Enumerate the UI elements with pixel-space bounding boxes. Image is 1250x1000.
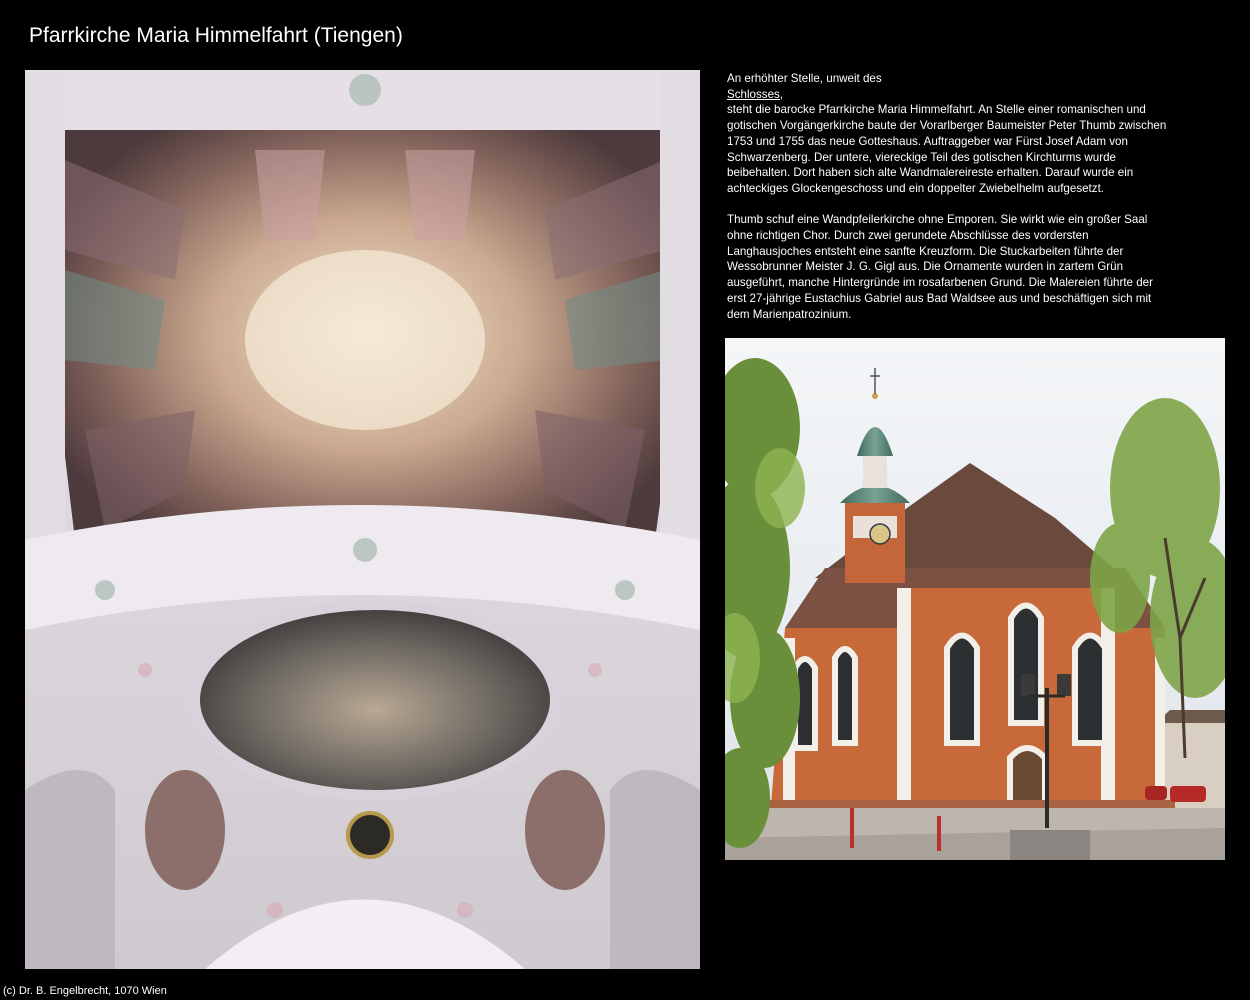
page: Pfarrkirche Maria Himmelfahrt (Tiengen) bbox=[0, 0, 1250, 1000]
p2-line: ausgeführt, manche Hintergründe im rosaf… bbox=[727, 276, 1153, 290]
description-text: An erhöhter Stelle, unweit des Schlosses… bbox=[727, 71, 1197, 322]
ceiling-fresco-photo bbox=[25, 70, 700, 969]
church-exterior-photo bbox=[725, 338, 1225, 860]
second-paragraph: Thumb schuf eine Wandpfeilerkirche ohne … bbox=[727, 212, 1197, 322]
p1-line: 1753 und 1755 das neue Gotteshaus. Auftr… bbox=[727, 134, 1128, 148]
p2-line: Langhausjoches entsteht eine sanfte Kreu… bbox=[727, 244, 1124, 258]
p2-line: erst 27-jährige Eustachius Gabriel aus B… bbox=[727, 291, 1152, 305]
p2-line: Thumb schuf eine Wandpfeilerkirche ohne … bbox=[727, 213, 1148, 227]
p1-line: Schwarzenberg. Der untere, viereckige Te… bbox=[727, 150, 1117, 164]
p2-line: dem Marienpatrozinium. bbox=[727, 307, 852, 321]
p2-line: Wessobrunner Meister J. G. Gigl aus. Die… bbox=[727, 260, 1124, 274]
copyright-footer: (c) Dr. B. Engelbrecht, 1070 Wien bbox=[3, 985, 167, 997]
p1-line: gotischen Vorgängerkirche baute der Vora… bbox=[727, 119, 1167, 133]
p1-line: steht die barocke Pfarrkirche Maria Himm… bbox=[727, 103, 1146, 117]
intro-paragraph: An erhöhter Stelle, unweit des Schlosses… bbox=[727, 71, 1197, 197]
p2-line: ohne richtigen Chor. Durch zwei gerundet… bbox=[727, 229, 1089, 243]
p1-line: achteckiges Glockengeschoss und ein dopp… bbox=[727, 181, 1105, 195]
schloss-link[interactable]: Schlosses, bbox=[727, 88, 783, 101]
page-title: Pfarrkirche Maria Himmelfahrt (Tiengen) bbox=[29, 24, 403, 47]
p1-line: beibehalten. Dort haben sich alte Wandma… bbox=[727, 166, 1134, 180]
intro-text: An erhöhter Stelle, unweit des bbox=[727, 72, 882, 85]
